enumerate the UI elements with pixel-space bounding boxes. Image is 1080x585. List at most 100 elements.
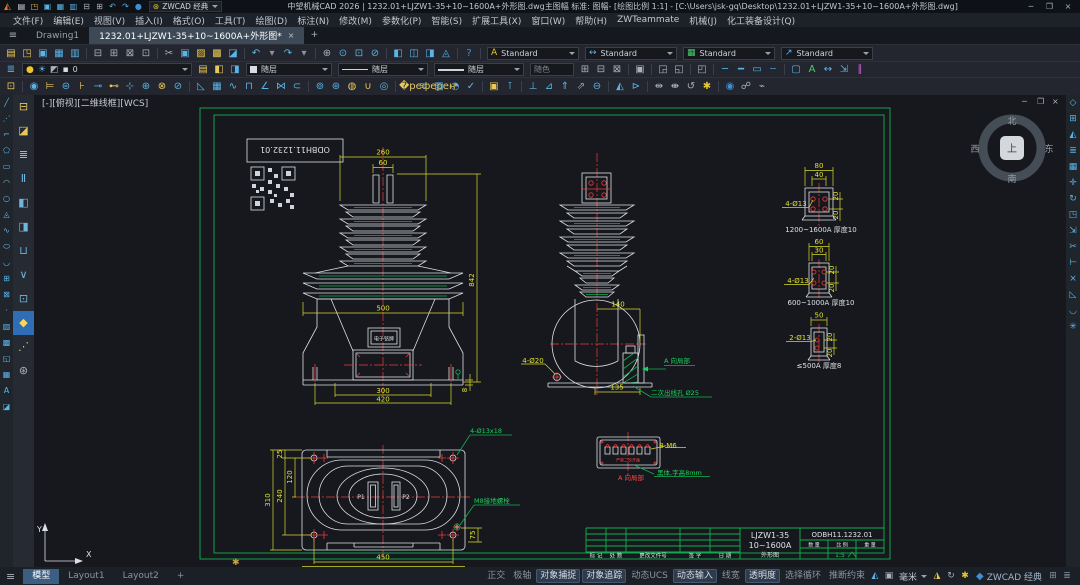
mech-series-lib-icon[interactable]: ◉: [26, 79, 42, 94]
linetype-dropdown[interactable]: 随层: [338, 63, 428, 76]
mech-coupling-icon[interactable]: ⊘: [170, 79, 186, 94]
mech-sphere-icon[interactable]: ◍: [344, 79, 360, 94]
revision-cloud-icon[interactable]: ◬: [3, 207, 9, 223]
batch-plot-icon[interactable]: ⊡: [138, 46, 154, 61]
trim-icon[interactable]: ✂: [1069, 239, 1077, 255]
mech-view-icon[interactable]: ◭: [612, 79, 628, 94]
copy-icon[interactable]: ▥: [67, 2, 80, 11]
pair-note-icon[interactable]: ⇼: [667, 79, 683, 94]
layer-dropdown[interactable]: ● ☀ ◩ ▪ 0: [22, 63, 192, 76]
mech-hatch-icon[interactable]: ▨: [431, 79, 447, 94]
stretch-icon[interactable]: ⇲: [836, 62, 852, 77]
table-icon[interactable]: ▦: [3, 367, 11, 383]
file-menu-icon[interactable]: ≡: [0, 27, 26, 44]
compass-north[interactable]: 北: [1007, 116, 1016, 127]
steel-shape-icon[interactable]: Ⅱ: [21, 167, 26, 191]
mech-hook-icon[interactable]: ⊂: [289, 79, 305, 94]
menu-item[interactable]: 修改(M): [334, 14, 377, 27]
close-tab-icon[interactable]: ×: [288, 31, 295, 40]
make-block-icon[interactable]: ⊞: [577, 62, 593, 77]
save-icon[interactable]: ▣: [41, 2, 54, 11]
mtext-icon[interactable]: A: [4, 383, 9, 399]
new-file-icon[interactable]: ▤: [15, 2, 28, 11]
rectangle-tool-icon[interactable]: ▢: [788, 62, 804, 77]
quick-edit-icon[interactable]: ◪: [18, 119, 28, 143]
menu-item[interactable]: 格式(O): [168, 14, 210, 27]
minimize-button[interactable]: ─: [1023, 2, 1039, 11]
menu-item[interactable]: 插入(I): [130, 14, 168, 27]
zoom-window-icon[interactable]: ⊡: [351, 46, 367, 61]
dim-horizontal-icon[interactable]: ↔: [820, 62, 836, 77]
menu-item[interactable]: 智能(S): [426, 14, 467, 27]
mech-nut-icon[interactable]: ⊜: [58, 79, 74, 94]
status-toggle[interactable]: 动态UCS: [628, 570, 671, 582]
status-toggle[interactable]: 动态输入: [673, 569, 717, 583]
pair-dim-icon[interactable]: ⇹: [651, 79, 667, 94]
refresh-icon[interactable]: ↺: [683, 79, 699, 94]
zoom-previous-icon[interactable]: ⊘: [367, 46, 383, 61]
line-hidden-icon[interactable]: ┄: [765, 62, 781, 77]
plot-icon[interactable]: ⊟: [90, 46, 106, 61]
layer-properties-icon[interactable]: ≣: [3, 62, 19, 77]
status-toggle[interactable]: 选择循环: [782, 570, 824, 582]
cloud-icon[interactable]: ◬: [438, 46, 454, 61]
open-file-icon[interactable]: ◳: [19, 46, 35, 61]
mech-lead-icon[interactable]: ⇗: [573, 79, 589, 94]
smart-share-icon[interactable]: ☍: [738, 79, 754, 94]
view-compass[interactable]: 上 北 南 西 东: [970, 116, 1053, 185]
rectangle-icon[interactable]: ▭: [3, 159, 11, 175]
mech-angle-icon[interactable]: ∠: [257, 79, 273, 94]
export-icon[interactable]: ▥: [67, 46, 83, 61]
doc-restore-button[interactable]: ❐: [1037, 97, 1044, 106]
mech-rivet-icon[interactable]: ⊹: [122, 79, 138, 94]
paste-icon[interactable]: ▨: [193, 46, 209, 61]
move-icon[interactable]: ✛: [1069, 175, 1077, 191]
layer-manager-icon[interactable]: ⊟: [19, 95, 28, 119]
paste-special-icon[interactable]: ▩: [209, 46, 225, 61]
add-layout-button[interactable]: +: [168, 569, 194, 584]
pan-icon[interactable]: ⊕: [319, 46, 335, 61]
status-toggle[interactable]: 对象捕捉: [536, 569, 580, 583]
mech-gear-icon[interactable]: ⊛: [328, 79, 344, 94]
bom-list-icon[interactable]: ≣: [19, 143, 28, 167]
hatch-icon[interactable]: ▨: [3, 319, 11, 335]
arc-icon[interactable]: ◠: [3, 175, 10, 191]
tab-layout[interactable]: Layout2: [114, 569, 168, 584]
door-window-icon[interactable]: ⊔: [19, 239, 28, 263]
mech-datum-icon[interactable]: ⊿: [541, 79, 557, 94]
line-icon[interactable]: ╱: [4, 95, 9, 111]
erase-icon[interactable]: ◇: [1070, 95, 1077, 111]
make-block-icon[interactable]: ⊠: [3, 287, 10, 303]
polyline-icon[interactable]: ⌐: [3, 127, 10, 143]
compass-up[interactable]: 上: [1007, 143, 1017, 155]
copy-clip-icon[interactable]: ▣: [177, 46, 193, 61]
status-toggle[interactable]: 透明度: [745, 569, 780, 583]
insert-block-icon[interactable]: ⊞: [3, 271, 10, 287]
copy-icon[interactable]: ⊞: [1069, 111, 1077, 127]
plot-preview-icon[interactable]: ⊞: [106, 46, 122, 61]
ellipse-icon[interactable]: ⬭: [3, 239, 10, 255]
smart-hole-icon[interactable]: ◉: [722, 79, 738, 94]
new-tab-button[interactable]: +: [304, 27, 324, 44]
menu-item[interactable]: 化工装备设计(Q): [722, 14, 800, 27]
fqp-tool-icon[interactable]: ◆: [13, 311, 34, 335]
mech-pin-icon[interactable]: ⊷: [106, 79, 122, 94]
construction-line-icon[interactable]: ⋰: [3, 111, 11, 127]
viewport-quad-icon[interactable]: ◫: [406, 46, 422, 61]
redo-icon[interactable]: ↷: [280, 46, 296, 61]
node-edit-icon[interactable]: ∨: [19, 263, 27, 287]
quick-measure-icon[interactable]: ◮: [930, 571, 944, 581]
point-icon[interactable]: ·: [5, 303, 8, 319]
menu-item[interactable]: 绘图(D): [250, 14, 292, 27]
mech-wave-icon[interactable]: ∿: [225, 79, 241, 94]
chamfer-icon[interactable]: ◺: [1070, 287, 1077, 303]
tab-layout[interactable]: Layout1: [59, 569, 113, 584]
open-folder-icon[interactable]: ◳: [28, 2, 41, 11]
mech-frame-icon[interactable]: ⊡: [3, 79, 19, 94]
status-toggle[interactable]: 正交: [484, 570, 508, 582]
stretch-icon[interactable]: ⇲: [1069, 223, 1077, 239]
zoom-realtime-icon[interactable]: ⊙: [335, 46, 351, 61]
drawing-canvas[interactable]: [-][俯视][二维线框][WCS] ─ ❐ × 上 北 南 西 东 ODBH1…: [34, 95, 1066, 567]
units-dropdown[interactable]: 毫米: [899, 570, 927, 583]
lineweight-dropdown[interactable]: 随层: [434, 63, 524, 76]
